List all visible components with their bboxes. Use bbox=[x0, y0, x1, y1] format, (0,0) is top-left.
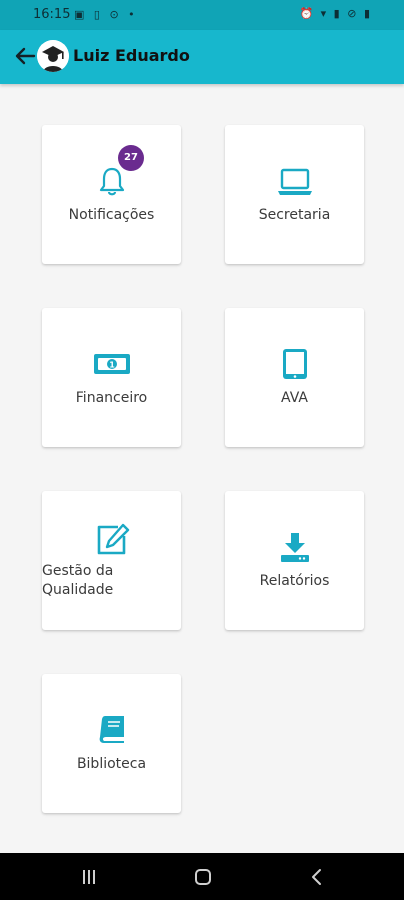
bell-icon bbox=[99, 167, 124, 196]
avatar[interactable] bbox=[37, 40, 69, 72]
menu-card-label: Biblioteca bbox=[76, 756, 147, 772]
menu-card-biblioteca[interactable]: Biblioteca bbox=[42, 674, 181, 813]
menu-card-relatorios[interactable]: Relatórios bbox=[225, 491, 364, 630]
book-icon bbox=[99, 716, 124, 743]
menu-card-notificacoes[interactable]: 27 Notificações bbox=[42, 125, 181, 264]
back-button[interactable] bbox=[12, 42, 38, 70]
graduate-avatar-icon bbox=[37, 40, 69, 72]
home-icon[interactable] bbox=[194, 868, 212, 886]
menu-card-label: AVA bbox=[281, 390, 308, 406]
menu-card-secretaria[interactable]: Secretaria bbox=[225, 125, 364, 264]
arrow-left-icon bbox=[15, 47, 36, 65]
tablet-icon bbox=[282, 349, 307, 379]
edit-icon bbox=[97, 523, 129, 555]
menu-card-gestao-qualidade[interactable]: Gestão da Qualidade bbox=[42, 491, 181, 630]
menu-card-label: Secretaria bbox=[258, 207, 331, 223]
menu-card-label: Notificações bbox=[68, 207, 155, 223]
money-icon: 1 bbox=[93, 354, 130, 374]
app-bar: Luiz Eduardo bbox=[0, 30, 404, 84]
menu-card-label-line-1: Gestão da bbox=[42, 563, 114, 579]
status-time: 16:15 bbox=[33, 7, 71, 22]
system-nav-bar bbox=[0, 853, 404, 900]
svg-text:1: 1 bbox=[109, 361, 115, 370]
recents-icon[interactable] bbox=[80, 868, 98, 886]
notification-count-badge: 27 bbox=[118, 145, 144, 171]
download-icon bbox=[280, 533, 309, 562]
menu-card-label: Gestão da Qualidade bbox=[42, 562, 142, 600]
laptop-icon bbox=[277, 168, 312, 195]
page-title: Luiz Eduardo bbox=[73, 46, 190, 65]
status-system-icons: ⏰ ▾ ▮ ⊘ ▮ bbox=[299, 7, 372, 20]
menu-card-label-line-2: Qualidade bbox=[42, 582, 114, 598]
status-notification-icons: ▣ ▯ ⊙ • bbox=[74, 8, 138, 21]
menu-card-financeiro[interactable]: 1 Financeiro bbox=[42, 308, 181, 447]
nav-back-icon[interactable] bbox=[308, 868, 326, 886]
menu-card-ava[interactable]: AVA bbox=[225, 308, 364, 447]
status-bar: 16:15 ▣ ▯ ⊙ • ⏰ ▾ ▮ ⊘ ▮ bbox=[0, 0, 404, 30]
menu-card-label: Relatórios bbox=[259, 573, 330, 589]
menu-card-label: Financeiro bbox=[75, 390, 148, 406]
